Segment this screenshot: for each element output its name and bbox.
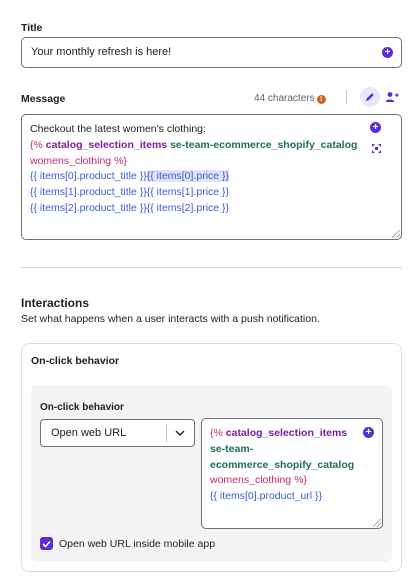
catalog-name: se-team-ecommerce_shopify_catalog <box>170 138 358 151</box>
liquid-variable: {{ items[2].price }} <box>146 201 230 214</box>
liquid-variable: {{ items[1].price }} <box>146 186 230 199</box>
message-line: {{ items[1].product_title }}{{ items[1].… <box>30 185 365 201</box>
liquid-close-tag: %} <box>294 474 307 487</box>
select-divider <box>166 424 167 442</box>
web-url-input[interactable]: {% catalog_selection_items se-team- ecom… <box>201 418 383 529</box>
interactions-subtitle: Set what happens when a user interacts w… <box>21 313 320 325</box>
message-textarea[interactable]: Checkout the latest women's clothing: {%… <box>21 114 402 240</box>
message-content: Checkout the latest women's clothing: {%… <box>30 122 365 217</box>
catalog-name: ecommerce_shopify_catalog <box>210 458 355 471</box>
url-line: se-team- <box>210 442 360 458</box>
toolbar-divider <box>346 90 347 104</box>
url-line: ecommerce_shopify_catalog <box>210 458 360 474</box>
character-count-text: 44 characters <box>254 93 315 104</box>
liquid-close-tag: %} <box>114 154 127 167</box>
liquid-variable: {{ items[0].product_title }} <box>30 170 147 183</box>
title-input[interactable]: Your monthly refresh is here! + <box>21 37 402 68</box>
liquid-variable: {{ items[1].product_title }} <box>30 186 147 199</box>
character-count: 44 characters! <box>254 93 326 104</box>
catalog-name: se-team- <box>210 442 254 455</box>
on-click-card-title: On-click behavior <box>31 355 120 367</box>
liquid-open-tag: {% <box>210 427 223 439</box>
selection-name: womens_clothing <box>30 154 112 167</box>
edit-button[interactable] <box>360 87 380 107</box>
chevron-down-icon <box>175 430 185 436</box>
message-line: womens_clothing %} <box>30 154 365 170</box>
select-value: Open web URL <box>51 427 127 439</box>
title-input-value: Your monthly refresh is here! <box>31 46 172 58</box>
liquid-variable-highlighted: {{ items[0].price }} <box>146 170 230 183</box>
message-line: {% catalog_selection_items se-team-ecomm… <box>30 138 365 154</box>
resize-handle[interactable] <box>392 230 400 238</box>
personalize-button[interactable] <box>382 87 402 107</box>
plus-circle-icon[interactable]: + <box>370 122 381 133</box>
liquid-variable: {{ items[0].product_url }} <box>210 490 323 503</box>
plus-circle-icon[interactable]: + <box>363 427 374 438</box>
message-line: Checkout the latest women's clothing: <box>30 122 365 138</box>
url-line: {% catalog_selection_items <box>210 426 360 442</box>
liquid-variable: {{ items[2].product_title }} <box>30 201 147 214</box>
open-in-app-checkbox[interactable] <box>40 537 53 550</box>
interactions-heading: Interactions <box>21 296 90 310</box>
message-label: Message <box>21 93 66 105</box>
url-line: womens_clothing %} <box>210 473 360 489</box>
section-divider <box>21 267 402 268</box>
message-text: Checkout the latest women's clothing: <box>30 123 206 135</box>
on-click-behavior-select[interactable]: Open web URL <box>40 419 195 447</box>
title-label: Title <box>21 22 43 34</box>
expand-icon[interactable] <box>371 143 382 154</box>
plus-circle-icon[interactable]: + <box>382 47 393 58</box>
info-icon[interactable]: ! <box>316 95 326 104</box>
web-url-content: {% catalog_selection_items se-team- ecom… <box>210 426 360 505</box>
add-user-icon <box>385 92 399 102</box>
on-click-behavior-label: On-click behavior <box>40 402 124 413</box>
pencil-icon <box>366 93 374 101</box>
liquid-keyword: catalog_selection_items <box>225 427 348 439</box>
liquid-open-tag: {% <box>30 138 43 151</box>
liquid-keyword: catalog_selection_items <box>45 138 168 151</box>
message-line: {{ items[2].product_title }}{{ items[2].… <box>30 201 365 217</box>
checkmark-icon <box>42 540 51 548</box>
open-in-app-label[interactable]: Open web URL inside mobile app <box>59 538 215 550</box>
url-line: {{ items[0].product_url }} <box>210 489 360 505</box>
resize-handle[interactable] <box>373 519 381 527</box>
selection-name: womens_clothing <box>210 474 292 487</box>
message-line: {{ items[0].product_title }}{{ items[0].… <box>30 169 365 185</box>
